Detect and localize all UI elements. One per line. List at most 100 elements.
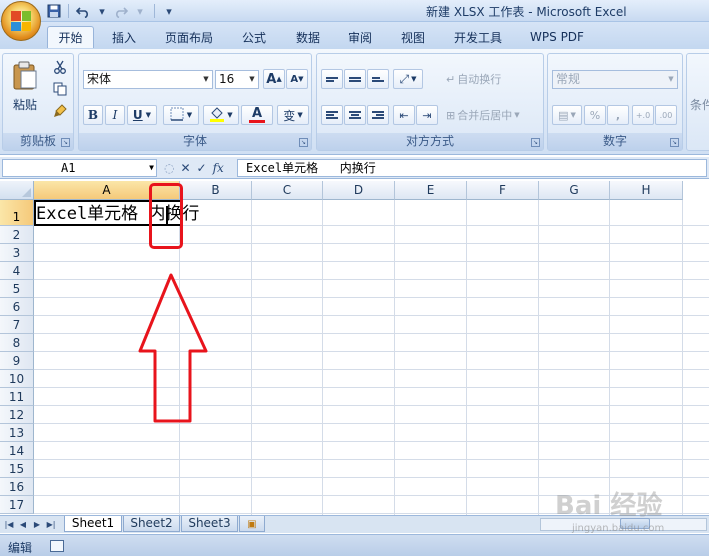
clipboard-group: 粘贴 剪贴板 ↘ <box>2 53 74 151</box>
tab-formulas[interactable]: 公式 <box>232 26 276 48</box>
merge-center-label: 合并后居中 <box>457 109 513 122</box>
align-middle-icon <box>349 76 361 83</box>
align-center-button[interactable] <box>344 105 366 125</box>
percent-button[interactable]: % <box>584 105 606 125</box>
enter-entry-icon[interactable]: ✓ <box>197 161 207 175</box>
align-middle-button[interactable] <box>344 69 366 89</box>
align-left-button[interactable] <box>321 105 343 125</box>
merge-center-button[interactable]: ⊞ 合并后居中 ▼ <box>445 105 541 125</box>
comma-label: , <box>615 108 621 122</box>
cut-button[interactable] <box>49 59 71 77</box>
redo-dropdown-icon[interactable]: ▾ <box>132 3 148 19</box>
tab-review[interactable]: 审阅 <box>338 26 382 48</box>
align-right-icon <box>372 110 384 120</box>
tab-data[interactable]: 数据 <box>286 26 330 48</box>
font-color-button[interactable]: A <box>241 105 273 125</box>
cancel-entry-icon[interactable]: ✕ <box>180 161 190 175</box>
chevron-down-icon: ▼ <box>514 111 520 119</box>
font-name-value: 宋体 <box>87 72 112 86</box>
save-icon[interactable] <box>46 3 62 19</box>
redo-icon[interactable] <box>113 3 129 19</box>
paste-label: 粘贴 <box>12 98 37 112</box>
currency-button[interactable]: ▤ ▼ <box>552 105 582 125</box>
grow-font-button[interactable]: A ▲ <box>263 69 285 89</box>
conditional-formatting-label: 条件 <box>690 97 709 112</box>
last-sheet-icon[interactable]: ▶| <box>45 518 57 531</box>
decrease-decimal-button[interactable]: .00 <box>655 105 677 125</box>
insert-sheet-button[interactable]: ▣ <box>239 516 265 532</box>
brush-icon <box>53 103 67 121</box>
paste-button[interactable]: 粘贴 <box>7 56 43 118</box>
font-name-combo[interactable]: 宋体 ▼ <box>83 70 213 89</box>
worksheet-grid[interactable]: ABCDEFGH 1 2 3 4 5 6 7 8 9 10 11 12 13 14 15 16 17 Excel… <box>0 181 709 515</box>
bold-label: B <box>87 108 99 122</box>
align-top-button[interactable] <box>321 69 343 89</box>
phonetic-button[interactable]: 变 ▼ <box>277 105 309 125</box>
number-group-label: 数字 <box>548 133 682 150</box>
qat-separator <box>154 4 155 18</box>
prev-sheet-icon[interactable]: ◀ <box>17 518 29 531</box>
align-left-icon <box>326 110 338 120</box>
sheet-tab-sheet3[interactable]: Sheet3 <box>181 516 238 532</box>
tab-home[interactable]: 开始 <box>47 26 94 48</box>
office-button[interactable] <box>1 1 41 41</box>
formula-bar-resize-icon[interactable]: ◌ <box>164 161 174 175</box>
align-bottom-button[interactable] <box>367 69 389 89</box>
font-size-combo[interactable]: 16 ▼ <box>215 70 259 89</box>
chevron-down-icon: ▼ <box>668 75 674 83</box>
customize-qat-icon[interactable]: ▾ <box>161 3 177 19</box>
paint-bucket-icon <box>209 106 225 125</box>
name-box-value: A1 <box>61 161 76 175</box>
undo-icon[interactable] <box>75 3 91 19</box>
format-painter-button[interactable] <box>49 103 71 121</box>
underline-button[interactable]: U ▼ <box>127 105 157 125</box>
caret-down-icon: ▼ <box>298 75 304 83</box>
formula-input[interactable]: Excel单元格 内换行 <box>237 159 707 177</box>
align-right-button[interactable] <box>367 105 389 125</box>
wrap-text-button[interactable]: ↵ 自动换行 <box>445 69 521 89</box>
conditional-formatting-button[interactable]: 条件 <box>689 94 709 114</box>
chevron-down-icon: ▼ <box>186 111 193 119</box>
decrease-indent-button[interactable]: ⇤ <box>393 105 415 125</box>
comma-button[interactable]: , <box>607 105 629 125</box>
sheet-tab-sheet1[interactable]: Sheet1 <box>64 516 122 532</box>
insert-function-icon[interactable]: fx <box>213 161 224 175</box>
alignment-launcher-icon[interactable]: ↘ <box>531 138 540 147</box>
increase-indent-button[interactable]: ⇥ <box>416 105 438 125</box>
font-group-label: 字体 <box>79 133 311 150</box>
tab-developer[interactable]: 开发工具 <box>444 26 512 48</box>
font-launcher-icon[interactable]: ↘ <box>299 138 308 147</box>
tab-wps-pdf[interactable]: WPS PDF <box>522 26 592 48</box>
tab-view[interactable]: 视图 <box>391 26 435 48</box>
tab-insert[interactable]: 插入 <box>102 26 146 48</box>
phonetic-label: 变 <box>283 108 296 123</box>
orientation-button[interactable]: ⤢ ▼ <box>393 69 423 89</box>
border-button[interactable]: ▼ <box>163 105 199 125</box>
alignment-group-label: 对方方式 <box>317 133 543 150</box>
scissors-icon <box>53 60 67 77</box>
clipboard-launcher-icon[interactable]: ↘ <box>61 138 70 147</box>
next-sheet-icon[interactable]: ▶ <box>31 518 43 531</box>
italic-button[interactable]: I <box>105 105 125 125</box>
number-format-combo[interactable]: 常规 ▼ <box>552 70 678 89</box>
name-box[interactable]: A1 ▼ <box>2 159 157 177</box>
copy-button[interactable] <box>49 81 71 99</box>
increase-indent-icon: ⇥ <box>422 108 432 122</box>
increase-decimal-icon: +.0 <box>635 110 651 120</box>
tab-page-layout[interactable]: 页面布局 <box>156 26 222 48</box>
window-title: 新建 XLSX 工作表 - Microsoft Excel <box>426 5 627 19</box>
bold-button[interactable]: B <box>83 105 103 125</box>
sheet-tab-sheet2[interactable]: Sheet2 <box>123 516 180 532</box>
decrease-indent-icon: ⇤ <box>399 108 409 122</box>
number-format-value: 常规 <box>556 72 581 86</box>
increase-decimal-button[interactable]: +.0 <box>632 105 654 125</box>
fill-color-button[interactable]: ▼ <box>203 105 239 125</box>
wrap-text-label: 自动换行 <box>457 73 502 86</box>
currency-icon: ▤ <box>558 108 569 122</box>
number-launcher-icon[interactable]: ↘ <box>670 138 679 147</box>
undo-dropdown-icon[interactable]: ▾ <box>94 3 110 19</box>
first-sheet-icon[interactable]: |◀ <box>3 518 15 531</box>
shrink-font-button[interactable]: A ▼ <box>286 69 308 89</box>
merge-icon: ⊞ <box>446 108 456 122</box>
macro-record-icon[interactable] <box>50 540 64 552</box>
